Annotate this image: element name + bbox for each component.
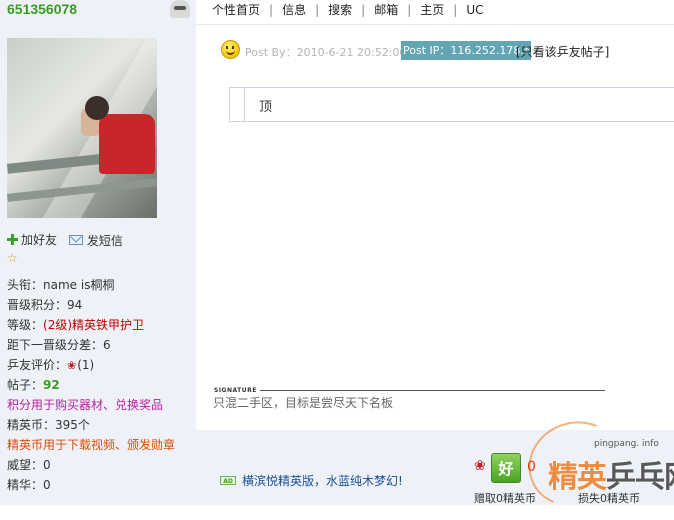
user-photo xyxy=(7,38,157,218)
send-message-label: 发短信 xyxy=(86,233,123,248)
good-button[interactable]: 好 xyxy=(491,453,521,483)
post-meta: Post By：2010-6-21 20:52:00 xyxy=(245,46,407,59)
nav-divider xyxy=(196,24,674,25)
post-content: 顶 xyxy=(259,100,273,115)
stat-essence: 精华：0 xyxy=(7,478,51,492)
nav-profile-home[interactable]: 个性首页 xyxy=(212,3,260,17)
user-stats: 头衔：name is桐桐 晋级积分：94 等级：(2级)精英铁甲护卫 距下一晋级… xyxy=(7,276,193,496)
smiley-icon xyxy=(221,40,240,59)
add-friend-label: 加好友 xyxy=(21,233,58,247)
avatar-icon xyxy=(170,0,190,18)
nav-mailbox[interactable]: 邮箱 xyxy=(374,3,398,17)
nav-search[interactable]: 搜索 xyxy=(328,3,352,17)
coins-note: 精英币用于下载视频、颁发勋章 xyxy=(7,438,176,452)
stat-prestige: 威望：0 xyxy=(7,458,51,472)
stat-rating: 乒友评价：❀(1) xyxy=(7,358,95,372)
flower-icon: ❀ xyxy=(67,359,77,372)
points-note: 积分用于购买器材、兑换奖品 xyxy=(7,398,164,412)
nav-info[interactable]: 信息 xyxy=(282,3,306,17)
star-icon: ☆ xyxy=(7,251,18,265)
username[interactable]: 651356078 xyxy=(7,1,77,17)
nav-homepage[interactable]: 主页 xyxy=(420,3,444,17)
nav-uc[interactable]: UC xyxy=(466,3,483,17)
ad-badge: AD xyxy=(220,476,236,485)
post-ip: Post IP：116.252.178.* xyxy=(401,41,532,60)
add-friend-button[interactable]: 加好友 xyxy=(7,231,57,248)
post-content-box xyxy=(229,87,674,122)
top-nav: 个性首页 | 信息 | 搜索 | 邮箱 | 主页 | UC xyxy=(212,3,484,17)
stat-title: 头衔：name is桐桐 xyxy=(7,278,115,292)
ad-link[interactable]: 横滨悦精英版，水蓝纯木梦幻! xyxy=(242,472,403,489)
stat-next-level: 距下一晋级分差：6 xyxy=(7,338,111,352)
stat-level: 等级：(2级)精英铁甲护卫 xyxy=(7,318,145,332)
plus-icon xyxy=(7,234,18,245)
only-this-user-link[interactable]: [只看该乒友帖子] xyxy=(516,43,609,60)
watermark-logo: 精英乒乓网 xyxy=(548,460,674,495)
envelope-icon xyxy=(68,235,83,245)
stat-points: 晋级积分：94 xyxy=(7,298,83,312)
stat-posts: 帖子：92 xyxy=(7,378,60,392)
good-count: 0 xyxy=(527,459,536,475)
user-actions: 加好友 发短信 xyxy=(7,231,131,249)
send-message-button[interactable]: 发短信 xyxy=(68,232,123,249)
stat-coins: 精英币：395个 xyxy=(7,418,90,432)
coins-given: 赠取0精英币 xyxy=(474,492,536,505)
watermark-domain: pingpang. info xyxy=(594,439,659,449)
signature-divider: SIGNATURE xyxy=(214,381,614,395)
rose-icon[interactable]: ❀ xyxy=(474,458,486,474)
signature-text: 只混二手区，目标是尝尽天下名板 xyxy=(213,396,394,410)
signature-label: SIGNATURE xyxy=(214,387,257,394)
